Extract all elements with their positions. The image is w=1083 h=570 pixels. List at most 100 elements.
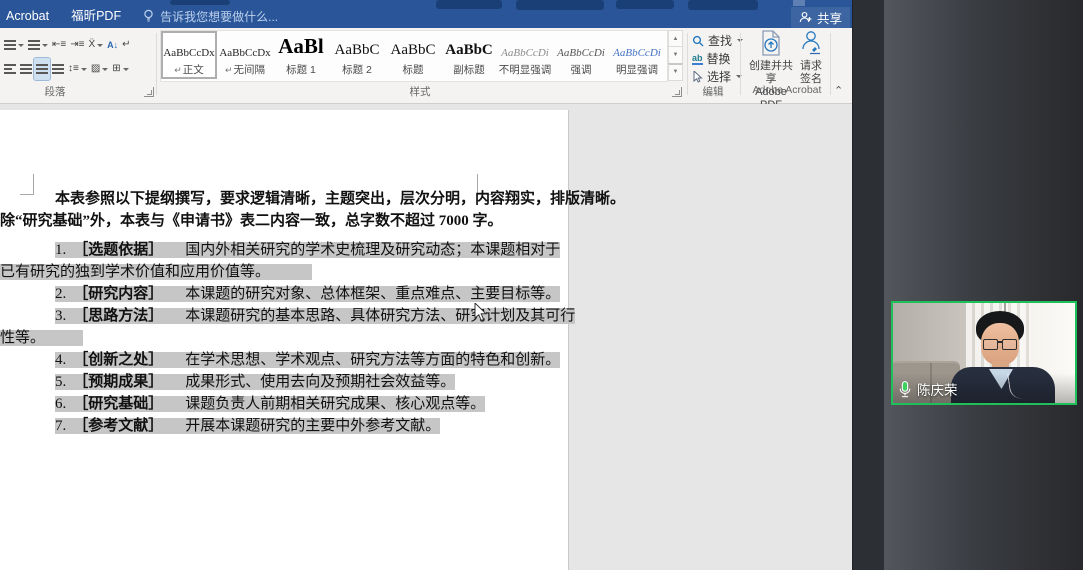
group-separator <box>740 33 741 95</box>
multilevel-list-button[interactable] <box>26 34 50 56</box>
tab-foxit-pdf[interactable]: 福昕PDF <box>71 5 121 27</box>
doc-line[interactable]: 7.［参考文献］开展本课题研究的主要中外参考文献。 <box>0 415 500 437</box>
style-preview: AaBbC <box>385 31 441 59</box>
list-item-label: ［研究内容］ <box>73 286 163 302</box>
sort-icon: A↓ <box>107 38 118 52</box>
align-center-icon <box>20 64 32 74</box>
list-number: 2. <box>55 286 66 302</box>
group-separator <box>156 33 157 95</box>
list-item-label: ［思路方法］ <box>73 308 163 324</box>
gallery-scroll-up-icon[interactable]: ▲ <box>668 30 683 47</box>
paragraph-dialog-launcher-icon[interactable] <box>144 87 154 97</box>
chevron-down-icon <box>42 44 48 47</box>
list-item-label: ［研究基础］ <box>73 396 163 412</box>
doc-line[interactable]: 已有研究的独到学术价值和应用价值等。 <box>0 261 500 283</box>
doc-line[interactable]: 4.［创新之处］在学术思想、学术观点、研究方法等方面的特色和创新。 <box>0 349 500 371</box>
chevron-down-icon <box>18 44 24 47</box>
create-share-label-line1: 创建并共享 <box>744 60 798 86</box>
asian-layout-button[interactable]: Ẍ <box>86 34 105 56</box>
doc-line[interactable]: 3.［思路方法］本课题研究的基本思路、具体研究方法、研究计划及其可行 <box>0 305 500 327</box>
styles-dialog-launcher-icon[interactable] <box>672 87 682 97</box>
doc-line[interactable]: 5.［预期成果］成果形式、使用去向及预期社会效益等。 <box>0 371 500 393</box>
justify-button[interactable] <box>34 58 50 80</box>
list-item-label: ［参考文献］ <box>73 418 163 434</box>
style-item-标题 1[interactable]: AaBl标题 1 <box>273 31 329 79</box>
numbered-list-icon <box>4 40 16 50</box>
sort-button[interactable]: A↓ <box>105 34 120 56</box>
list-number: 3. <box>55 308 66 324</box>
microphone-icon <box>898 380 912 399</box>
tell-me-box[interactable]: 告诉我您想要做什么... <box>143 8 278 25</box>
decrease-indent-icon: ⇤≡ <box>52 38 66 52</box>
line-text: 国内外相关研究的学术史梳理及研究动态；本课题相对于 <box>185 242 560 258</box>
style-item-无间隔[interactable]: AaBbCcDx↵无间隔 <box>217 31 273 79</box>
doc-line[interactable]: 性等。 <box>0 327 500 349</box>
doc-line[interactable]: 2.［研究内容］本课题的研究对象、总体框架、重点难点、主要目标等。 <box>0 283 500 305</box>
show-marks-button[interactable]: ↵ <box>120 34 132 56</box>
doc-line[interactable]: 1.［选题依据］国内外相关研究的学术史梳理及研究动态；本课题相对于 <box>0 239 500 261</box>
style-item-标题[interactable]: AaBbC 标题 <box>385 31 441 79</box>
style-item-正文[interactable]: AaBbCcDx↵正文 <box>161 31 217 79</box>
gallery-scroll-down-icon[interactable]: ▼ <box>668 46 683 63</box>
distribute-button[interactable] <box>50 58 66 80</box>
style-label: 标题 <box>385 62 441 77</box>
replace-button[interactable]: ab 替换 <box>692 50 731 67</box>
create-share-adobe-pdf-button[interactable]: 创建并共享 Adobe PDF <box>744 30 798 112</box>
title-text-remnant <box>616 0 674 9</box>
increase-indent-button[interactable]: ⇥≡ <box>68 34 86 56</box>
search-icon <box>692 35 704 47</box>
doc-line[interactable]: 6.［研究基础］课题负责人前期相关研究成果、核心观点等。 <box>0 393 500 415</box>
line-spacing-button[interactable]: ↕≡ <box>66 58 89 80</box>
participant-name: 陈庆荣 <box>917 379 958 399</box>
style-preview: AaBbCcDx <box>161 31 217 59</box>
show-marks-icon: ↵ <box>122 38 130 52</box>
style-item-不明显强调[interactable]: AaBbCcDi不明显强调 <box>497 31 553 79</box>
doc-line[interactable]: 除“研究基础”外，本表与《申请书》表二内容一致，总字数不超过 7000 字。 <box>0 210 500 232</box>
title-text-remnant <box>436 0 502 9</box>
tab-acrobat[interactable]: Acrobat <box>6 5 49 27</box>
line-spacing-icon: ↕≡ <box>68 62 79 76</box>
signature-person-icon <box>800 30 822 56</box>
chevron-down-icon <box>97 44 103 47</box>
align-center-button[interactable] <box>18 58 34 80</box>
ribbon: ⇤≡⇥≡ẌA↓↵ ↕≡▨⊞ 段落 AaBbCcDx↵正文AaBbCcDx↵无间隔… <box>0 28 852 104</box>
style-item-副标题[interactable]: AaBbC副标题 <box>441 31 497 79</box>
participant-name-tag: 陈庆荣 <box>898 379 958 399</box>
share-button[interactable]: 共享 <box>791 7 850 28</box>
share-label: 共享 <box>817 8 842 27</box>
list-item-label: ［选题依据］ <box>73 242 163 258</box>
align-left-icon <box>4 64 16 74</box>
paragraph-group-row1: ⇤≡⇥≡ẌA↓ ↵ <box>2 34 133 56</box>
chevron-down-icon <box>81 68 87 71</box>
collapse-ribbon-icon[interactable]: ⌃ <box>834 84 843 97</box>
title-bar: Acrobat 福昕PDF 告诉我您想要做什么... <box>0 0 852 28</box>
align-left-button[interactable] <box>2 58 18 80</box>
style-item-明显强调[interactable]: AaBbCcDi明显强调 <box>609 31 665 79</box>
gallery-more-icon[interactable]: ▼ <box>668 63 683 81</box>
select-cursor-icon <box>692 71 703 83</box>
line-text: 开展本课题研究的主要中外参考文献。 <box>185 418 440 434</box>
request-signature-label-line1: 请求 <box>796 60 826 73</box>
request-signature-button[interactable]: 请求 签名 <box>796 30 826 86</box>
select-button[interactable]: 选择 <box>692 68 742 85</box>
screen: Acrobat 福昕PDF 告诉我您想要做什么... <box>0 0 1083 570</box>
select-label: 选择 <box>707 68 731 85</box>
document-page[interactable]: 本表参照以下提纲撰写，要求逻辑清晰，主题突出，层次分明，内容翔实，排版清晰。除“… <box>0 110 568 570</box>
share-person-icon <box>799 11 812 24</box>
style-item-强调[interactable]: AaBbCcDi强调 <box>553 31 609 79</box>
style-item-标题 2[interactable]: AaBbC标题 2 <box>329 31 385 79</box>
find-button[interactable]: 查找 <box>692 32 743 49</box>
borders-button[interactable]: ⊞ <box>110 58 130 80</box>
decrease-indent-button[interactable]: ⇤≡ <box>50 34 68 56</box>
numbered-list-button[interactable] <box>2 34 26 56</box>
meeting-panel-divider <box>852 0 885 570</box>
doc-line[interactable]: 本表参照以下提纲撰写，要求逻辑清晰，主题突出，层次分明，内容翔实，排版清晰。 <box>0 188 500 210</box>
style-label: 强调 <box>553 62 609 77</box>
line-text: 成果形式、使用去向及预期社会效益等。 <box>185 374 455 390</box>
shading-button[interactable]: ▨ <box>89 58 110 80</box>
list-item-label: ［创新之处］ <box>73 352 163 368</box>
word-window: Acrobat 福昕PDF 告诉我您想要做什么... <box>0 0 852 570</box>
participant-video-tile[interactable]: 陈庆荣 <box>891 301 1077 405</box>
acrobat-group-label: Adobe Acrobat <box>742 84 832 96</box>
style-label: 标题 2 <box>329 62 385 77</box>
